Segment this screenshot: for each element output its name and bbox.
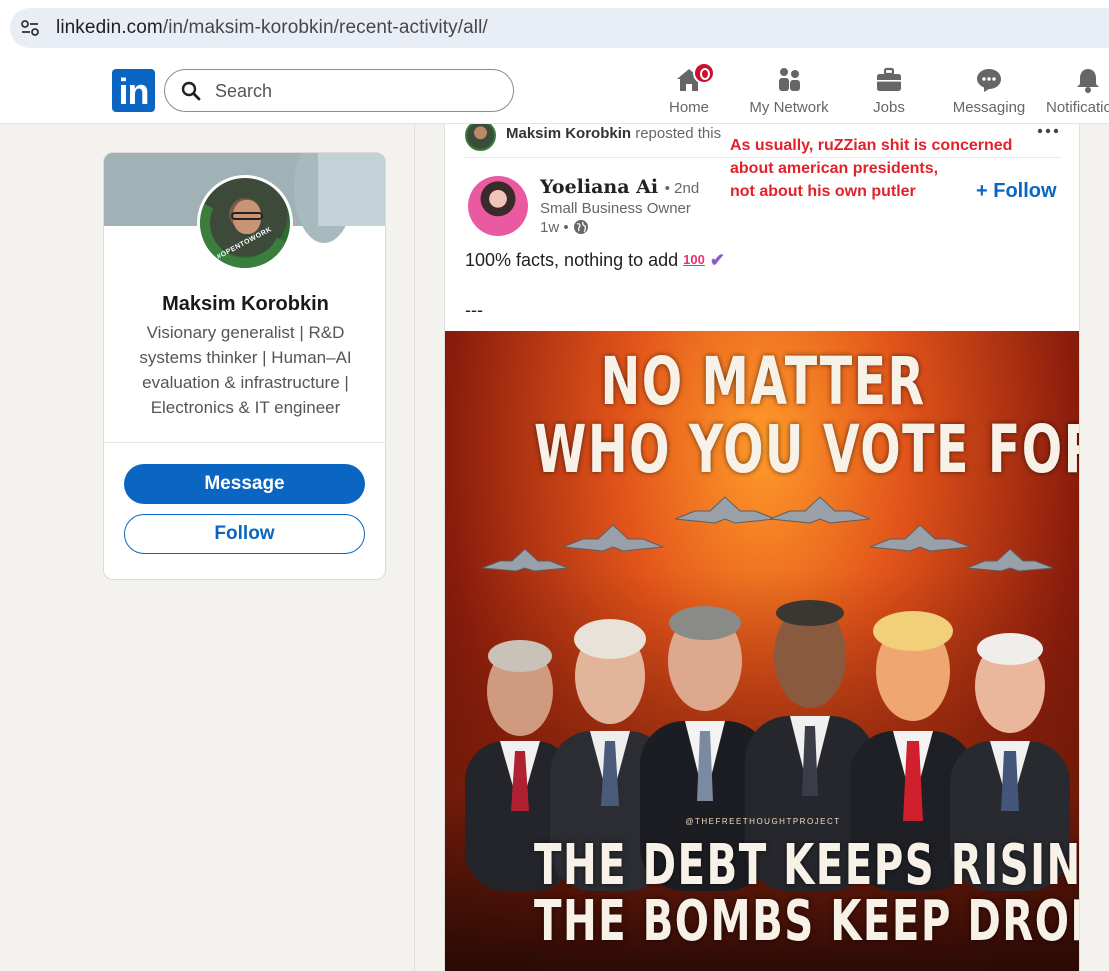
search-icon (181, 81, 201, 101)
feed-post: Maksim Korobkin reposted this As usually… (444, 124, 1080, 971)
people-icon (775, 66, 803, 94)
connection-degree: • 2nd (664, 180, 700, 197)
site-settings-icon[interactable] (20, 18, 40, 38)
url-field[interactable]: linkedin.com/in/maksim-korobkin/recent-a… (10, 8, 1109, 48)
image-headline-line-1: NO MATTER (600, 343, 926, 420)
image-watermark: @THEFREETHOUGHTPROJECT (685, 817, 841, 826)
briefcase-icon (875, 66, 903, 94)
profile-headline: Visionary generalist | R&D systems think… (139, 323, 352, 417)
nav-jobs[interactable]: Jobs (872, 66, 906, 122)
nav-messaging[interactable]: Messaging (951, 66, 1027, 122)
post-separator: --- (465, 300, 483, 320)
top-navigation: in Home My Network Jobs Messaging (0, 58, 1109, 124)
author-name[interactable]: Yoeliana Ai • 2nd (540, 176, 699, 198)
url-text: linkedin.com/in/maksim-korobkin/recent-a… (56, 17, 488, 38)
left-sidebar: #OPENTOWORK Maksim Korobkin Visionary ge… (0, 124, 415, 971)
image-bottom-line-2: THE BOMBS KEEP DROPPING (534, 889, 1079, 954)
reposter-avatar[interactable] (465, 124, 496, 151)
globe-icon (573, 220, 588, 234)
home-icon (675, 62, 715, 94)
nav-home[interactable]: Home (668, 62, 715, 122)
linkedin-logo[interactable]: in (112, 69, 155, 112)
hundred-emoji-icon: 100 (683, 252, 705, 267)
profile-card: #OPENTOWORK Maksim Korobkin Visionary ge… (103, 152, 386, 580)
chat-icon (975, 66, 1003, 94)
notification-badge (693, 62, 715, 84)
open-to-work-ring (200, 178, 290, 268)
post-text: 100% facts, nothing to add 100 ✔ (465, 250, 725, 270)
post-image[interactable]: NO MATTER WHO YOU VOTE FOR @THEFREETHOUG… (445, 331, 1080, 971)
browser-address-bar: linkedin.com/in/maksim-korobkin/recent-a… (0, 0, 1109, 58)
profile-name[interactable]: Maksim Korobkin (104, 293, 385, 316)
author-title: Small Business Owner (540, 200, 691, 217)
follow-author-button[interactable]: + Follow (976, 180, 1057, 203)
image-headline-line-2: WHO YOU VOTE FOR (534, 411, 1080, 488)
bell-icon (1074, 66, 1102, 94)
post-timestamp: 1w • (540, 219, 589, 236)
checkmark-emoji-icon: ✔ (709, 250, 725, 270)
message-button[interactable]: Message (124, 464, 365, 504)
repost-text: Maksim Korobkin reposted this (506, 125, 722, 142)
search-input[interactable] (215, 76, 495, 106)
search-box[interactable] (164, 69, 514, 112)
profile-avatar[interactable]: #OPENTOWORK (197, 175, 293, 271)
nav-my-network[interactable]: My Network (746, 66, 832, 122)
red-annotation-text: As usually, ruZZian shit is concerned ab… (730, 137, 1013, 200)
divider (104, 442, 385, 443)
follow-profile-button[interactable]: Follow (124, 514, 365, 554)
author-avatar[interactable] (468, 176, 528, 236)
nav-notifications[interactable]: Notifications (1046, 66, 1109, 122)
more-options-icon[interactable] (1035, 124, 1061, 138)
